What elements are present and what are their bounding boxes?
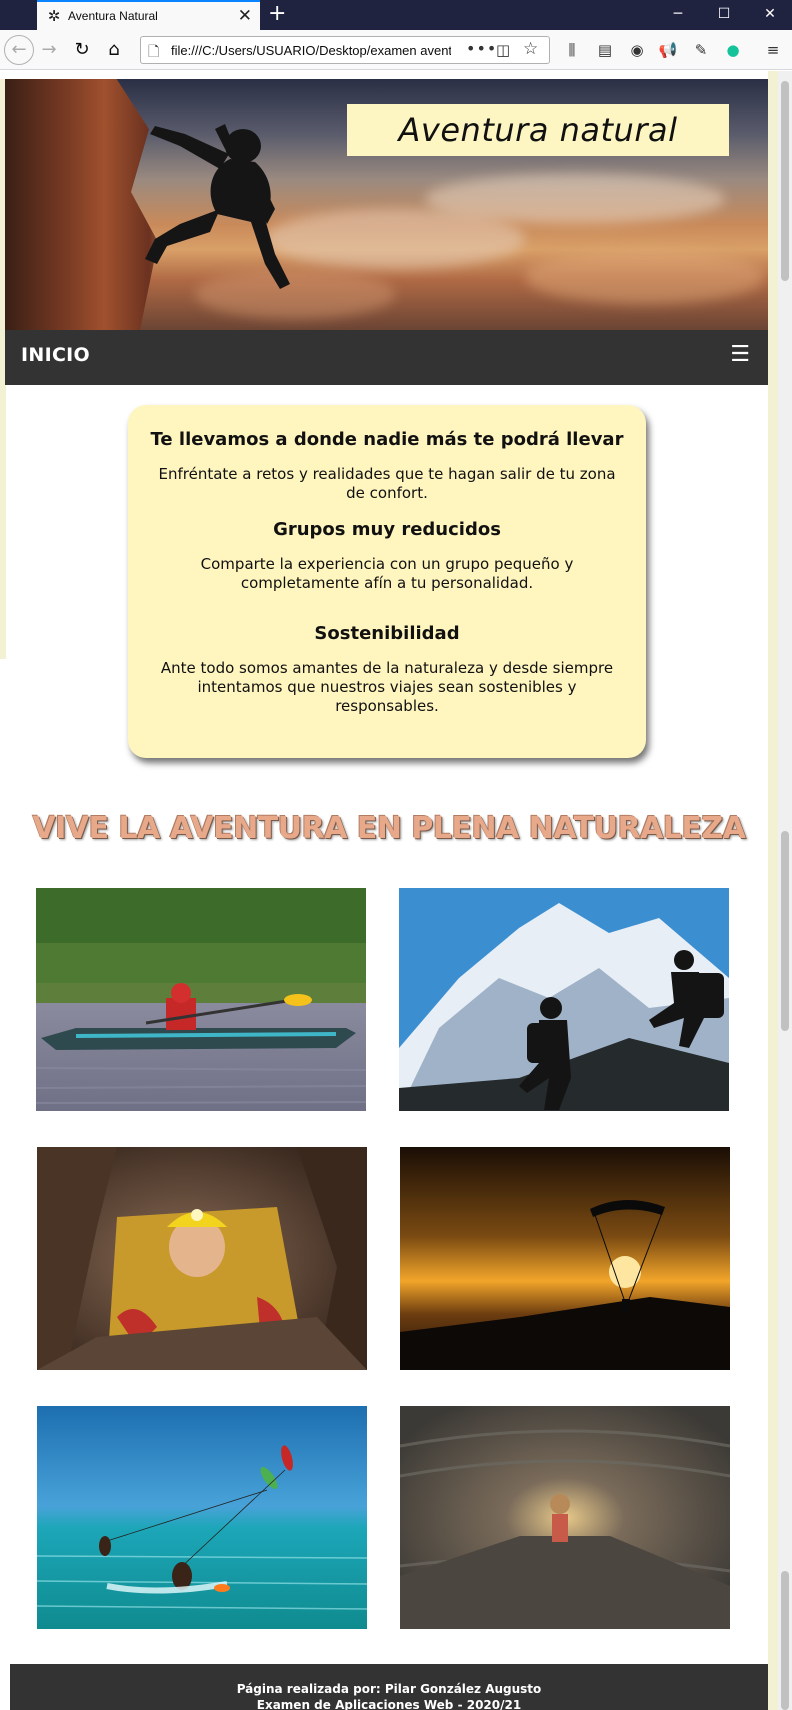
card-title-3: Sostenibilidad (314, 623, 460, 644)
sidebar-icon[interactable]: ▤ (594, 39, 616, 61)
gallery-photo-mountain-hikers (399, 888, 729, 1111)
card-title-1: Te llevamos a donde nadie más te podrá l… (150, 429, 624, 450)
new-tab-button[interactable]: + (268, 2, 286, 26)
window-close-button[interactable]: ✕ (750, 3, 790, 27)
page-margin-right (768, 71, 778, 1710)
megaphone-icon[interactable]: 📢 (657, 39, 679, 61)
tab-close-icon[interactable]: ✕ (238, 6, 252, 26)
page-icon: 🗋 (148, 44, 160, 60)
gallery-photo-paragliding (400, 1147, 730, 1370)
nav-link-inicio[interactable]: INICIO (21, 344, 90, 366)
account-icon[interactable]: ◉ (626, 39, 648, 61)
card-text-2: Comparte la experiencia con un grupo peq… (200, 555, 574, 592)
browser-toolbar: ← → ↻ ⌂ 🗋 file:///C:/Users/USUARIO/Deskt… (0, 30, 792, 70)
gallery-photo-caving (37, 1147, 367, 1370)
library-icon[interactable]: ⫼ (561, 39, 583, 61)
forward-arrow-icon[interactable]: → (37, 38, 61, 62)
logo-text: Aventura natural (398, 111, 678, 149)
scroll-thumb-middle[interactable] (781, 831, 789, 1031)
climber-silhouette (145, 124, 290, 289)
reload-icon[interactable]: ↻ (70, 38, 94, 62)
card-title-2: Grupos muy reducidos (273, 519, 501, 540)
minimize-button[interactable]: ─ (658, 3, 698, 27)
gallery-photo-kitesurf (37, 1406, 367, 1629)
browser-tab[interactable]: ✲ Aventura Natural ✕ (37, 0, 260, 30)
card-text-1: Enfréntate a retos y realidades que te h… (158, 465, 616, 502)
scroll-thumb-bottom[interactable] (781, 1571, 789, 1710)
tab-title: Aventura Natural (68, 9, 158, 23)
back-arrow-icon[interactable]: ← (4, 35, 34, 65)
maximize-button[interactable]: ☐ (704, 3, 744, 27)
browser-tab-bar: ✲ Aventura Natural ✕ + ─ ☐ ✕ (0, 0, 792, 30)
site-nav-bar: INICIO ☰ (5, 330, 768, 385)
url-bar[interactable]: 🗋 file:///C:/Users/USUARIO/Desktop/exame… (140, 36, 550, 64)
footer-course: Examen de Aplicaciones Web - 2020/21 (256, 1698, 522, 1710)
info-card: Te llevamos a donde nadie más te podrá l… (128, 405, 646, 758)
compass-favicon-icon: ✲ (47, 7, 61, 25)
header-banner: Aventura natural (5, 79, 768, 330)
gallery-photo-kayak (36, 888, 366, 1111)
hamburger-menu-icon[interactable]: ≡ (762, 39, 784, 61)
site-logo: Aventura natural (347, 104, 729, 156)
footer-author: Página realizada por: Pilar González Aug… (236, 1682, 542, 1696)
eyedropper-icon[interactable]: ✎ (690, 39, 712, 61)
page-viewport: Aventura natural INICIO ☰ Te llevamos a … (0, 71, 778, 1710)
card-text-3: Ante todo somos amantes de la naturaleza… (160, 659, 614, 715)
grammarly-icon[interactable]: ● (722, 39, 744, 61)
bookmark-star-icon[interactable]: ☆ (523, 39, 538, 59)
more-actions-icon[interactable]: ••• (466, 39, 497, 58)
gallery-photo-cave-tunnel (400, 1406, 730, 1629)
url-text[interactable]: file:///C:/Users/USUARIO/Desktop/examen … (171, 43, 451, 58)
home-icon[interactable]: ⌂ (102, 38, 126, 62)
page-scrollbar[interactable] (778, 71, 792, 1710)
scroll-thumb-top[interactable] (781, 81, 789, 281)
pocket-icon[interactable]: ◫ (496, 41, 510, 59)
site-footer: Página realizada por: Pilar González Aug… (10, 1664, 768, 1710)
section-headline: VIVE LA AVENTURA EN PLENA NATURALEZA (32, 811, 746, 846)
menu-toggle-icon[interactable]: ☰ (730, 342, 750, 367)
